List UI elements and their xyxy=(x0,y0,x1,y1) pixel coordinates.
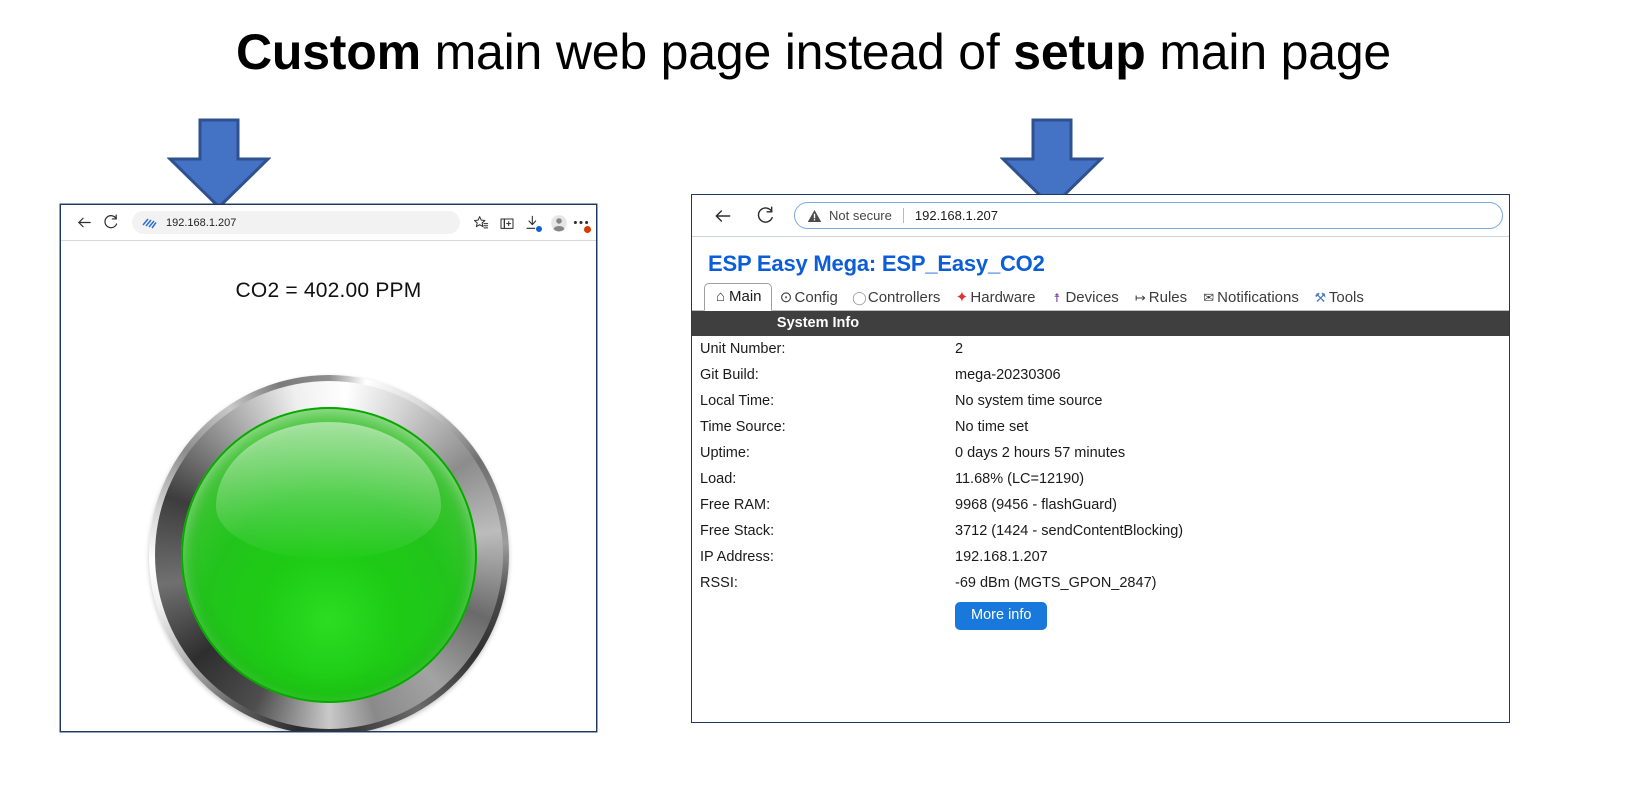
more-menu-badge xyxy=(583,224,592,234)
table-row: Free RAM: 9968 (9456 - flashGuard) xyxy=(692,492,1509,518)
tab-notifications[interactable]: ✉ Notifications xyxy=(1194,285,1306,311)
row-key: Free Stack: xyxy=(700,523,775,539)
more-menu-icon[interactable] xyxy=(572,210,592,236)
tab-main[interactable]: ⌂ Main xyxy=(704,283,772,311)
table-row: RSSI: -69 dBm (MGTS_GPON_2847) xyxy=(692,570,1509,596)
row-value: 192.168.1.207 xyxy=(955,549,1048,565)
tab-rules-label: Rules xyxy=(1148,289,1188,306)
row-value: 2 xyxy=(955,341,964,357)
browser-toolbar-left: 192.168.1.207 xyxy=(61,205,596,241)
row-value-alert: No system time source xyxy=(955,393,1103,409)
row-key: IP Address: xyxy=(700,549,774,565)
tab-config-label: Config xyxy=(794,288,838,306)
table-row: Load: 11.68% (LC=12190) xyxy=(692,466,1509,492)
tab-hardware[interactable]: ✦ Hardware xyxy=(947,284,1042,311)
row-key: RSSI: xyxy=(700,575,738,591)
row-value: 0 days 2 hours 57 minutes xyxy=(955,445,1126,461)
reload-button[interactable] xyxy=(97,210,123,236)
system-info-title: System Info xyxy=(692,311,944,336)
system-info-header-row: System Info xyxy=(692,311,1509,336)
tab-tools-label: Tools xyxy=(1328,289,1364,306)
row-key: Unit Number: xyxy=(700,341,786,357)
plug-icon: ☨ xyxy=(1053,290,1061,305)
lamp-face-green xyxy=(180,407,477,703)
table-row: Unit Number: 2 xyxy=(692,336,1509,362)
row-value: 9968 (9456 - flashGuard) xyxy=(955,497,1118,513)
reload-button[interactable] xyxy=(750,201,780,231)
downloads-icon[interactable] xyxy=(520,210,546,236)
more-info-button[interactable]: More info xyxy=(955,602,1048,631)
green-indicator-lamp[interactable] xyxy=(148,375,509,731)
table-row: Git Build: mega-20230306 xyxy=(692,362,1509,388)
row-key: Git Build: xyxy=(700,367,759,383)
back-button[interactable] xyxy=(71,210,97,236)
table-row: Uptime: 0 days 2 hours 57 minutes xyxy=(692,440,1509,466)
gear-icon: ⊙ xyxy=(779,289,793,306)
tab-controllers-label: Controllers xyxy=(867,289,941,306)
browser-window-custom-page: 192.168.1.207 CO2 = 402.00 PPM xyxy=(60,204,597,732)
esp-easy-tabbar: ⌂ Main ⊙ Config ◯ Controllers ✦ Hardware… xyxy=(692,277,1509,311)
table-row: Free Stack: 3712 (1424 - sendContentBloc… xyxy=(692,518,1509,544)
table-row: Time Source: No time set xyxy=(692,414,1509,440)
row-value: mega-20230306 xyxy=(955,367,1061,383)
envelope-icon: ✉ xyxy=(1203,289,1215,305)
downloads-badge xyxy=(535,224,543,233)
co2-readout: CO2 = 402.00 PPM xyxy=(235,279,422,302)
esp-easy-page-content: ESP Easy Mega: ESP_Easy_CO2 ⌂ Main ⊙ Con… xyxy=(692,237,1509,722)
profile-avatar-icon[interactable] xyxy=(546,210,572,236)
tab-devices[interactable]: ☨ Devices xyxy=(1042,285,1125,311)
lamp-gloss-highlight xyxy=(216,421,441,558)
pushpin-icon: ✦ xyxy=(955,289,969,306)
tab-rules[interactable]: ↦ Rules xyxy=(1126,285,1194,311)
page-title-setup: setup xyxy=(1013,24,1146,80)
page-title-mid1: main web page instead of xyxy=(420,24,1014,80)
page-title-mid2: main page xyxy=(1145,24,1392,80)
row-value: 3712 (1424 - sendContentBlocking) xyxy=(955,523,1184,539)
favorites-add-icon[interactable] xyxy=(468,210,494,236)
not-secure-label: Not secure xyxy=(829,208,892,223)
row-value: -69 dBm (MGTS_GPON_2847) xyxy=(955,575,1157,591)
not-secure-warning-icon xyxy=(807,209,822,222)
browser-toolbar-right: Not secure 192.168.1.207 xyxy=(692,195,1509,237)
system-info-table: Unit Number: 2 Git Build: mega-20230306 … xyxy=(692,336,1509,635)
tab-hardware-label: Hardware xyxy=(970,288,1036,306)
row-key: Free RAM: xyxy=(700,497,771,513)
address-bar-url-left: 192.168.1.207 xyxy=(166,216,237,229)
page-title-custom: Custom xyxy=(235,24,421,80)
tab-controllers[interactable]: ◯ Controllers xyxy=(845,285,948,311)
speech-bubble-icon: ◯ xyxy=(852,289,867,305)
address-bar-right[interactable]: Not secure 192.168.1.207 xyxy=(794,202,1503,229)
row-value: No time set xyxy=(955,419,1029,435)
down-arrow-icon-left xyxy=(167,118,271,210)
browser-window-esp-easy: Not secure 192.168.1.207 ESP Easy Mega: … xyxy=(691,194,1510,723)
address-bar-left[interactable]: 192.168.1.207 xyxy=(132,211,460,234)
arrow-right-icon: ↦ xyxy=(1134,289,1146,305)
row-key: Load: xyxy=(700,471,737,487)
address-bar-url-right: 192.168.1.207 xyxy=(914,208,999,223)
row-value: 11.68% (LC=12190) xyxy=(955,471,1085,487)
site-info-icon xyxy=(142,218,157,229)
omnibox-divider xyxy=(902,208,904,223)
collections-icon[interactable] xyxy=(494,210,520,236)
row-key: Uptime: xyxy=(700,445,750,461)
row-key: Time Source: xyxy=(700,419,786,435)
back-button[interactable] xyxy=(708,201,738,231)
esp-easy-header: ESP Easy Mega: ESP_Easy_CO2 xyxy=(708,251,1045,276)
wrench-icon: ⚒ xyxy=(1314,289,1327,305)
table-row: Local Time: No system time source xyxy=(692,388,1509,414)
table-row: IP Address: 192.168.1.207 xyxy=(692,544,1509,570)
tab-devices-label: Devices xyxy=(1065,289,1119,306)
custom-page-content: CO2 = 402.00 PPM xyxy=(61,241,596,731)
home-icon: ⌂ xyxy=(715,288,726,305)
tab-config[interactable]: ⊙ Config xyxy=(772,284,845,311)
tab-main-label: Main xyxy=(729,288,762,305)
tab-tools[interactable]: ⚒ Tools xyxy=(1306,285,1371,311)
tab-notifications-label: Notifications xyxy=(1217,289,1299,306)
row-key-empty xyxy=(692,596,955,635)
page-title: Custom main web page instead of setup ma… xyxy=(0,24,1627,82)
row-key: Local Time: xyxy=(700,393,775,409)
table-row-button: More info xyxy=(692,596,1509,635)
